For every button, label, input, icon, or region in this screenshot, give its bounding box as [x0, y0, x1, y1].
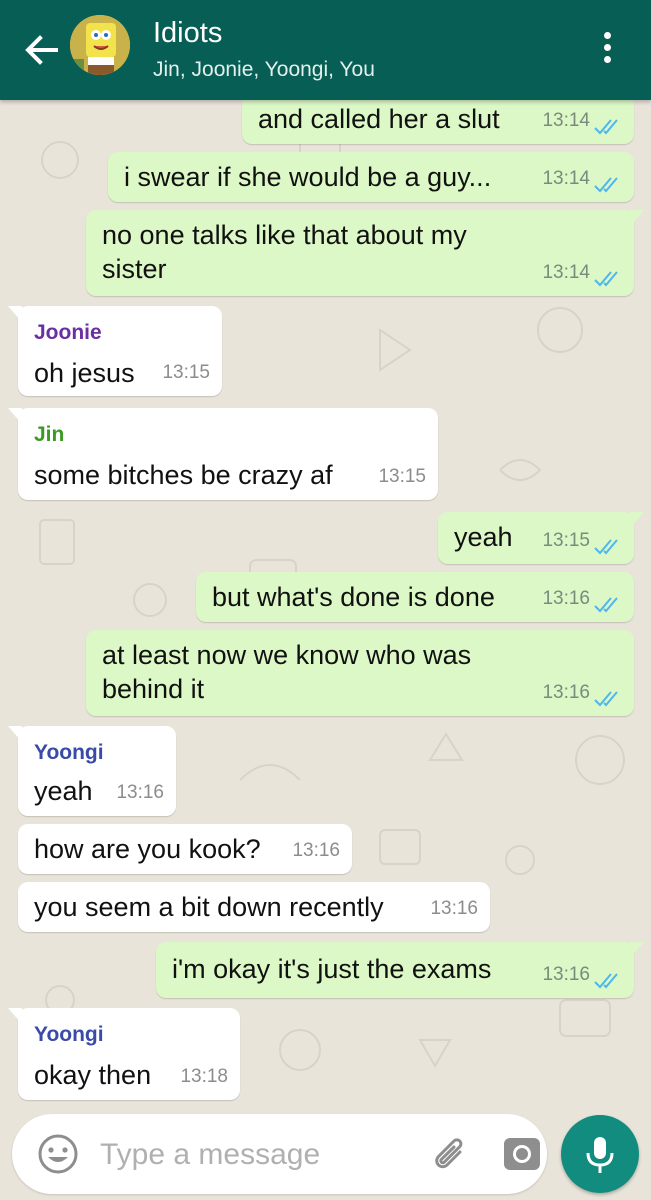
double-check-icon	[594, 539, 618, 555]
message-time: 13:15	[542, 530, 590, 551]
bubble-tail	[8, 1008, 22, 1024]
message-outgoing[interactable]: i'm okay it's just the exams 13:16	[156, 942, 644, 998]
message-text: but what's done is done	[212, 582, 495, 612]
message-time: 13:16	[116, 782, 164, 803]
group-avatar[interactable]	[70, 15, 130, 75]
message-sender[interactable]: Yoongi	[34, 1018, 104, 1052]
message-composer	[12, 1114, 547, 1194]
voice-message-button[interactable]	[561, 1115, 639, 1193]
message-incoming[interactable]: you seem a bit down recently 13:16	[18, 882, 490, 932]
message-time: 13:16	[542, 682, 590, 703]
bubble-tail	[630, 942, 644, 958]
message-incoming[interactable]: Jin some bitches be crazy af 13:15	[8, 408, 438, 500]
camera-button[interactable]	[500, 1132, 544, 1176]
message-text: and called her a slut	[258, 104, 500, 134]
message-text: at least now we know who was behind it	[102, 640, 472, 704]
message-time: 13:16	[430, 898, 478, 919]
back-button[interactable]	[22, 30, 62, 70]
double-check-icon	[594, 271, 618, 287]
message-text: yeah	[34, 776, 93, 806]
camera-icon	[504, 1138, 540, 1170]
emoji-button[interactable]	[36, 1132, 80, 1176]
bubble-tail	[8, 726, 22, 742]
message-input[interactable]	[98, 1134, 402, 1176]
message-outgoing[interactable]: yeah 13:15	[438, 512, 644, 564]
message-text: yeah	[454, 522, 513, 552]
paperclip-icon	[435, 1138, 463, 1169]
message-sender[interactable]: Jin	[34, 418, 64, 452]
bubble-tail	[8, 306, 22, 322]
message-text: i'm okay it's just the exams	[172, 954, 492, 984]
message-outgoing[interactable]: i swear if she would be a guy... 13:14	[108, 152, 634, 202]
microphone-icon	[586, 1137, 614, 1173]
attach-button[interactable]	[430, 1134, 472, 1176]
message-time: 13:16	[542, 588, 590, 609]
message-sender[interactable]: Yoongi	[34, 736, 104, 770]
message-time: 13:16	[292, 840, 340, 861]
message-time: 13:14	[542, 262, 590, 283]
more-vert-icon	[592, 32, 622, 63]
double-check-icon	[594, 597, 618, 613]
arrow-left-icon	[25, 35, 58, 65]
double-check-icon	[594, 177, 618, 193]
double-check-icon	[594, 119, 618, 135]
message-text: i swear if she would be a guy...	[124, 162, 492, 192]
message-incoming[interactable]: Yoongi okay then 13:18	[8, 1008, 240, 1100]
emoji-icon	[38, 1134, 78, 1174]
message-time: 13:18	[180, 1066, 228, 1087]
bubble-tail	[8, 408, 22, 424]
message-outgoing[interactable]: but what's done is done 13:16	[196, 572, 634, 622]
message-outgoing[interactable]: no one talks like that about my sister 1…	[86, 210, 644, 296]
bubble-tail	[630, 210, 644, 226]
message-time: 13:14	[542, 110, 590, 131]
message-time: 13:15	[378, 466, 426, 487]
more-options-button[interactable]	[592, 32, 622, 68]
message-text: some bitches be crazy af	[34, 460, 333, 490]
message-outgoing[interactable]: at least now we know who was behind it 1…	[86, 630, 634, 716]
message-text: okay then	[34, 1060, 152, 1090]
message-text: oh jesus	[34, 358, 135, 388]
message-outgoing[interactable]: and called her a slut 13:14	[242, 96, 634, 144]
message-time: 13:14	[542, 168, 590, 189]
message-text: no one talks like that about my sister	[102, 220, 467, 284]
double-check-icon	[594, 973, 618, 989]
avatar-image	[70, 15, 130, 75]
message-text: how are you kook?	[34, 834, 261, 864]
chat-title[interactable]: Idiots	[153, 17, 222, 50]
bubble-tail	[630, 512, 644, 528]
chat-header: Idiots Jin, Joonie, Yoongi, You	[0, 0, 651, 100]
message-incoming[interactable]: how are you kook? 13:16	[18, 824, 352, 874]
message-text: you seem a bit down recently	[34, 892, 384, 922]
message-time: 13:15	[162, 362, 210, 383]
participants-list: Jin, Joonie, Yoongi, You	[153, 58, 375, 81]
message-time: 13:16	[542, 964, 590, 985]
double-check-icon	[594, 691, 618, 707]
message-incoming[interactable]: Yoongi yeah 13:16	[8, 726, 176, 816]
message-incoming[interactable]: Joonie oh jesus 13:15	[8, 306, 222, 396]
message-sender[interactable]: Joonie	[34, 316, 102, 350]
